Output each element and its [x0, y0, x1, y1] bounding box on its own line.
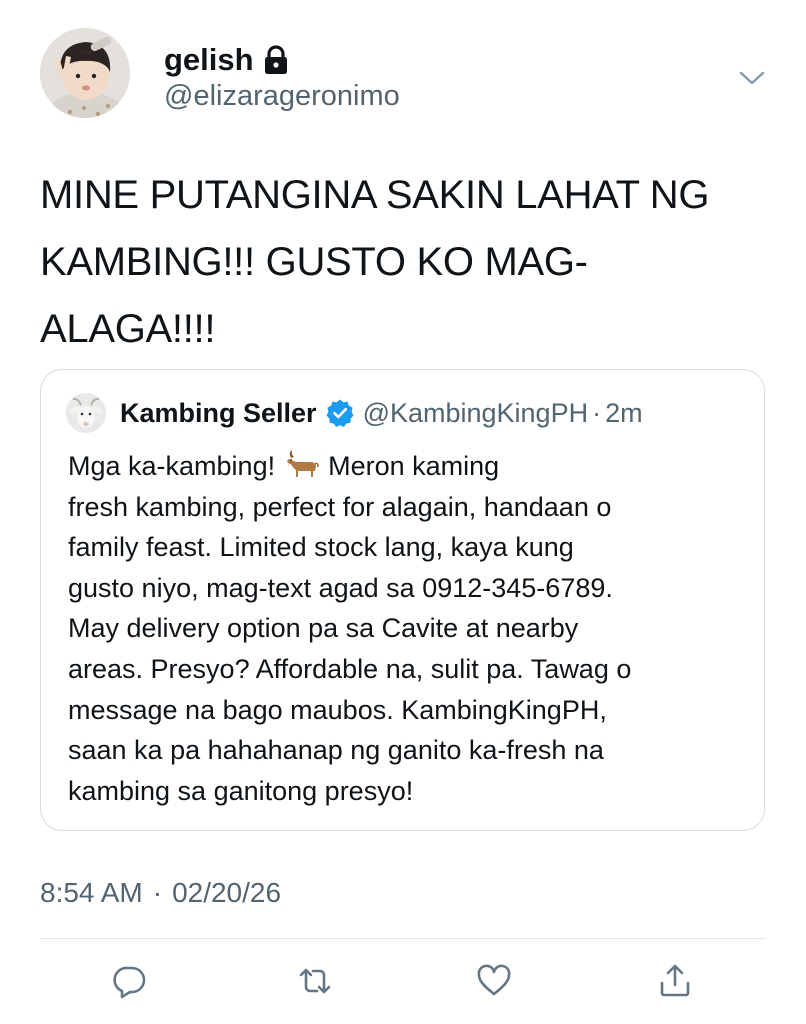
quoted-text-line: saan ka pa hahahanap ng ganito ka-fresh … [68, 735, 604, 766]
retweet-button[interactable] [293, 959, 337, 1003]
goat-avatar-icon [66, 393, 106, 433]
divider [40, 938, 766, 939]
tweet-card: gelish @elizarageronimo MINE PUTANGINA S… [0, 0, 806, 1024]
tweet-date: 02/20/26 [172, 877, 282, 908]
share-icon [660, 964, 690, 997]
quoted-avatar[interactable] [66, 393, 106, 433]
retweet-icon [299, 968, 331, 994]
quoted-timestamp[interactable]: 2m [605, 398, 643, 429]
reply-icon [113, 966, 146, 999]
tweet-timestamp[interactable]: 8:54 AM · 02/20/26 [40, 877, 281, 909]
quoted-text-line: message na bago maubos. KambingKingPH, [68, 694, 607, 725]
separator-dot: · [592, 397, 602, 428]
action-bar [0, 955, 806, 1005]
display-name-row: gelish [164, 40, 290, 80]
tweet-time: 8:54 AM [40, 877, 143, 908]
quoted-text-line: family feast. Limited stock lang, kaya k… [68, 532, 574, 563]
quoted-text-segment: Mga ka-kambing! [68, 451, 276, 481]
quoted-handle[interactable]: @KambingKingPH [363, 398, 589, 429]
quoted-tweet[interactable]: Kambing Seller @KambingKingPH · 2m Mga k… [40, 369, 765, 831]
separator-dot: · [152, 877, 163, 908]
avatar[interactable] [40, 28, 130, 118]
quoted-text-line: May delivery option pa sa Cavite at near… [68, 613, 579, 644]
quoted-text-segment: Meron kaming [328, 451, 500, 481]
goat-emoji [286, 450, 319, 477]
avatar-photo [40, 28, 130, 118]
display-name[interactable]: gelish [164, 42, 254, 78]
quoted-text-line: fresh kambing, perfect for alagain, hand… [68, 491, 612, 522]
reply-button[interactable] [108, 959, 152, 1003]
tweet-text-line: MINE PUTANGINA SAKIN LAHAT NG [40, 173, 710, 217]
quoted-display-name[interactable]: Kambing Seller [120, 398, 317, 429]
like-button[interactable] [472, 959, 516, 1003]
share-button[interactable] [653, 959, 697, 1003]
handle[interactable]: @elizarageronimo [164, 80, 400, 113]
tweet-text-line: ALAGA!!!! [40, 307, 216, 351]
quoted-tweet-text: Mga ka-kambing! Meron kaming fresh kambi… [68, 446, 748, 811]
lock-icon [264, 45, 287, 74]
verified-badge-icon [326, 399, 354, 427]
tweet-text-line: KAMBING!!! GUSTO KO MAG- [40, 240, 588, 284]
quoted-text-line: areas. Presyo? Affordable na, sulit pa. … [68, 653, 632, 684]
like-icon [477, 964, 511, 996]
chevron-down-icon[interactable] [737, 63, 767, 93]
quoted-text-line: kambing sa ganitong presyo! [68, 775, 414, 806]
tweet-text: MINE PUTANGINA SAKIN LAHAT NG KAMBING!!!… [40, 162, 770, 363]
quoted-text-line: gusto niyo, mag-text agad sa 0912-345-67… [68, 572, 613, 603]
quoted-tweet-header: Kambing Seller @KambingKingPH · 2m [66, 392, 643, 434]
